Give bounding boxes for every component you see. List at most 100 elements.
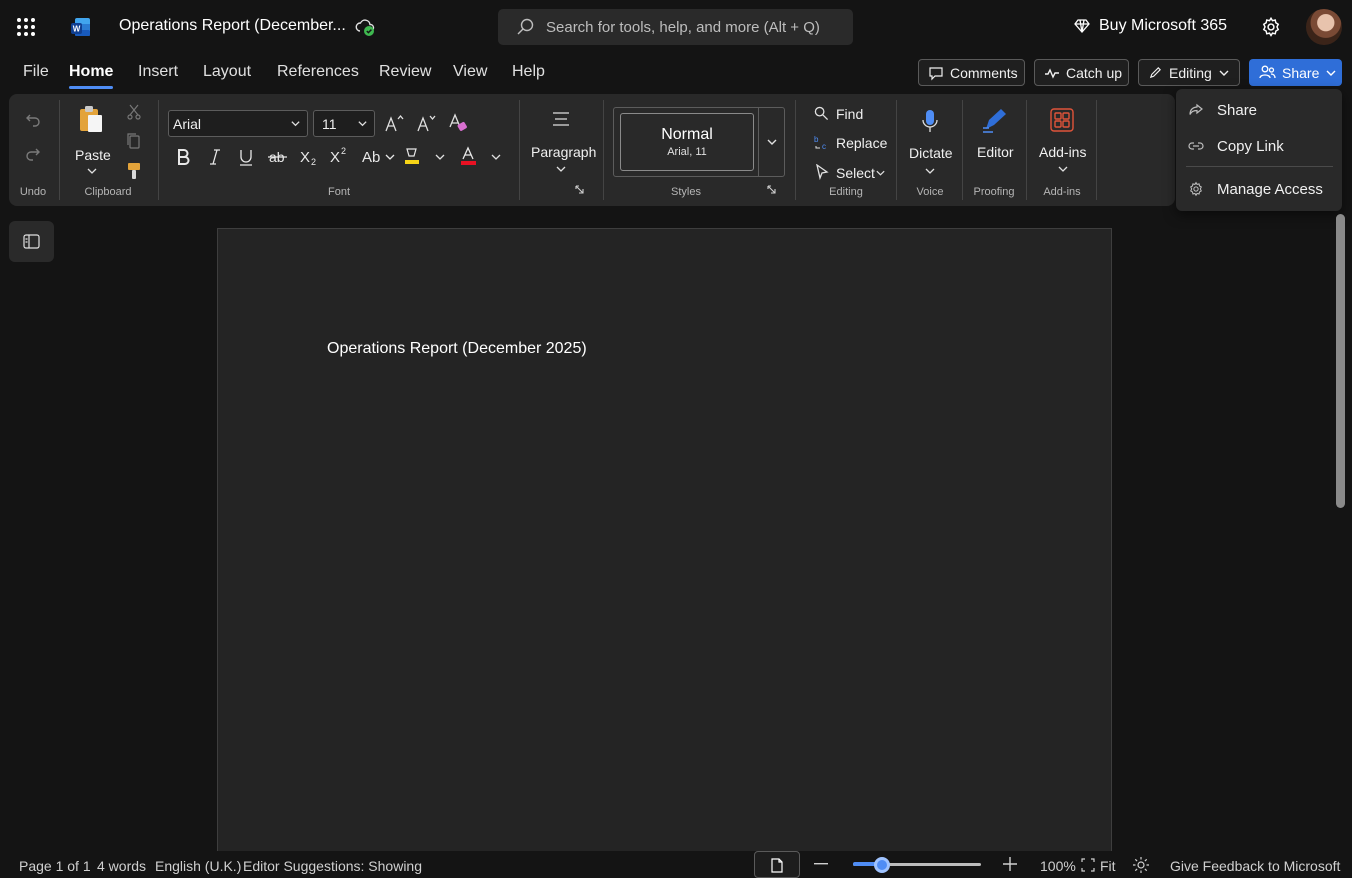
scrollbar-thumb[interactable] (1336, 214, 1345, 508)
tab-file[interactable]: File (23, 63, 49, 81)
menu-item-copy-link[interactable]: Copy Link (1176, 129, 1342, 163)
chevron-down-icon[interactable] (555, 164, 567, 174)
find-icon[interactable] (814, 106, 829, 121)
editing-mode-button[interactable]: Editing (1138, 59, 1240, 86)
feedback-link[interactable]: Give Feedback to Microsoft (1170, 858, 1340, 874)
paragraph-label[interactable]: Paragraph (531, 144, 596, 160)
tab-references[interactable]: References (277, 63, 359, 81)
cut-icon[interactable] (126, 104, 142, 120)
add-ins-icon[interactable] (1049, 107, 1075, 133)
document-page[interactable]: Operations Report (December 2025) (217, 228, 1112, 868)
tab-view[interactable]: View (453, 63, 487, 81)
page-count[interactable]: Page 1 of 1 (19, 858, 91, 874)
font-color-icon[interactable] (459, 146, 479, 166)
buy-microsoft-365-link[interactable]: Buy Microsoft 365 (1074, 17, 1227, 35)
zoom-slider-thumb[interactable] (874, 857, 890, 873)
share-button[interactable]: Share (1249, 59, 1342, 86)
svg-text:W: W (73, 25, 81, 34)
word-count[interactable]: 4 words (97, 858, 146, 874)
subscript-icon[interactable]: X2 (300, 148, 320, 166)
underline-icon[interactable] (238, 148, 254, 166)
dialog-launcher-icon[interactable] (575, 185, 585, 195)
font-name-dropdown[interactable]: Arial (168, 110, 308, 137)
chevron-down-icon[interactable] (490, 152, 502, 162)
zoom-out-icon[interactable] (814, 863, 828, 865)
find-label[interactable]: Find (836, 106, 863, 122)
svg-text:X: X (300, 149, 310, 166)
font-size-dropdown[interactable]: 11 (313, 110, 375, 137)
chevron-down-icon[interactable] (875, 168, 886, 178)
copy-icon[interactable] (126, 133, 142, 149)
editor-pen-icon[interactable] (980, 107, 1008, 135)
chevron-down-icon[interactable] (766, 137, 778, 147)
search-box[interactable] (498, 9, 853, 45)
chevron-down-icon[interactable] (86, 166, 98, 176)
group-divider (1096, 100, 1097, 200)
italic-icon[interactable] (207, 148, 223, 166)
superscript-icon[interactable]: X2 (330, 146, 350, 164)
fit-label[interactable]: Fit (1100, 858, 1116, 874)
cloud-saved-icon[interactable] (355, 16, 377, 38)
add-ins-label[interactable]: Add-ins (1039, 144, 1086, 160)
chevron-down-icon[interactable] (434, 152, 446, 162)
tab-layout[interactable]: Layout (203, 63, 251, 81)
replace-icon[interactable]: bc (814, 134, 830, 150)
styles-gallery[interactable]: Normal Arial, 11 (613, 107, 785, 177)
group-divider (1026, 100, 1027, 200)
paragraph-icon[interactable] (551, 111, 571, 129)
replace-label[interactable]: Replace (836, 135, 887, 151)
active-tab-indicator (69, 86, 113, 89)
highlight-color-icon[interactable] (403, 146, 423, 166)
app-launcher-icon[interactable] (16, 17, 36, 37)
clear-formatting-icon[interactable] (448, 113, 468, 133)
comment-icon (928, 65, 944, 81)
menu-item-manage-access[interactable]: Manage Access (1176, 172, 1342, 206)
paste-label[interactable]: Paste (75, 147, 111, 163)
zoom-level[interactable]: 100% (1040, 858, 1076, 874)
zoom-in-icon[interactable] (1003, 857, 1017, 871)
strikethrough-icon[interactable]: ab (268, 148, 288, 166)
style-normal[interactable]: Normal Arial, 11 (620, 113, 754, 171)
paste-icon[interactable] (78, 105, 104, 133)
navigation-pane-button[interactable] (9, 221, 54, 262)
brightness-icon[interactable] (1133, 857, 1149, 873)
language[interactable]: English (U.K.) (155, 858, 241, 874)
shrink-font-icon[interactable] (416, 114, 436, 134)
tab-insert[interactable]: Insert (138, 63, 178, 81)
grow-font-icon[interactable] (384, 114, 404, 134)
navigation-pane-icon (23, 234, 40, 249)
change-case-icon[interactable]: Ab (362, 148, 398, 166)
format-painter-icon[interactable] (126, 162, 142, 180)
document-title[interactable]: Operations Report (December... (119, 17, 346, 35)
catch-up-button[interactable]: Catch up (1034, 59, 1129, 86)
redo-icon[interactable] (24, 144, 42, 162)
menu-item-label: Manage Access (1217, 180, 1323, 198)
chevron-down-icon[interactable] (1057, 164, 1069, 174)
chevron-down-icon[interactable] (924, 166, 936, 176)
tab-help[interactable]: Help (512, 63, 545, 81)
group-divider (795, 100, 796, 200)
menu-item-share[interactable]: Share (1176, 93, 1342, 127)
styles-group-label: Styles (671, 186, 701, 198)
undo-group-label: Undo (19, 186, 47, 198)
comments-button[interactable]: Comments (918, 59, 1025, 86)
tab-home[interactable]: Home (69, 63, 113, 81)
dialog-launcher-icon[interactable] (767, 185, 777, 195)
search-input[interactable] (546, 9, 846, 45)
diamond-icon (1074, 18, 1090, 34)
editor-suggestions[interactable]: Editor Suggestions: Showing (243, 858, 422, 874)
fit-icon[interactable] (1081, 858, 1095, 872)
print-layout-view-button[interactable] (754, 851, 800, 878)
document-heading[interactable]: Operations Report (December 2025) (327, 340, 587, 358)
bold-icon[interactable] (175, 148, 191, 166)
settings-gear-icon[interactable] (1260, 16, 1282, 38)
select-cursor-icon[interactable] (815, 164, 829, 180)
dictate-label[interactable]: Dictate (909, 145, 953, 161)
editor-label[interactable]: Editor (977, 144, 1014, 160)
word-logo-icon[interactable]: W (70, 16, 92, 38)
undo-icon[interactable] (24, 110, 42, 128)
microphone-icon[interactable] (920, 109, 940, 135)
tab-review[interactable]: Review (379, 63, 431, 81)
user-avatar[interactable] (1306, 9, 1342, 45)
select-label[interactable]: Select (836, 165, 875, 181)
